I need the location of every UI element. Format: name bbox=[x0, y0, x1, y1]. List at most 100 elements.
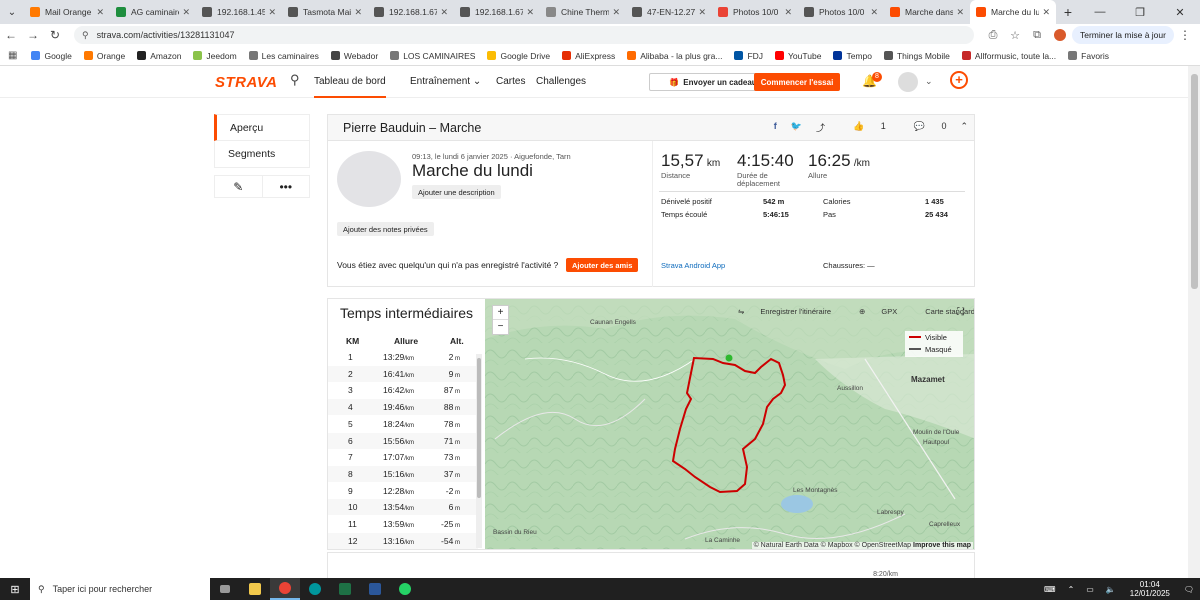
browser-tab[interactable]: Mail Orange ✕ bbox=[24, 0, 110, 24]
page-scrollbar[interactable] bbox=[1188, 66, 1200, 578]
chevron-up-icon[interactable]: ⌃ bbox=[960, 121, 968, 134]
browser-tab[interactable]: 192.168.1.67 ✕ bbox=[368, 0, 454, 24]
athlete-avatar[interactable] bbox=[337, 151, 401, 207]
tab-close-icon[interactable]: ✕ bbox=[870, 7, 878, 18]
task-view-icon[interactable] bbox=[210, 578, 240, 600]
tab-close-icon[interactable]: ✕ bbox=[96, 7, 104, 18]
bookmark-item[interactable]: Favoris bbox=[1068, 51, 1109, 61]
arduino-icon[interactable] bbox=[300, 578, 330, 600]
more-options-icon[interactable]: ••• bbox=[263, 176, 310, 197]
strava-logo[interactable]: STRAVA bbox=[215, 74, 277, 91]
chevron-down-icon[interactable]: ⌄ bbox=[925, 76, 933, 87]
facebook-share-icon[interactable]: f bbox=[774, 121, 777, 134]
back-icon[interactable]: ← bbox=[0, 28, 22, 42]
browser-tab[interactable]: 47-EN-12.27 ✕ bbox=[626, 0, 712, 24]
keyboard-icon[interactable]: ⌨ bbox=[1044, 585, 1056, 594]
browser-tab[interactable]: Chine Thermo ✕ bbox=[540, 0, 626, 24]
tab-close-icon[interactable]: ✕ bbox=[956, 7, 964, 18]
browser-tab[interactable]: Marche dans ✕ bbox=[884, 0, 970, 24]
bookmark-item[interactable]: Google Drive bbox=[487, 51, 550, 61]
minimize-icon[interactable]: — bbox=[1080, 0, 1120, 24]
nav-dashboard[interactable]: Tableau de bord bbox=[314, 76, 386, 98]
add-activity-icon[interactable]: + bbox=[950, 71, 968, 89]
route-map[interactable]: + − ⇋ Enregistrer l'itinéraire ⊕ GPX Car… bbox=[485, 299, 974, 549]
nav-maps[interactable]: Cartes bbox=[496, 76, 525, 87]
tab-close-icon[interactable]: ✕ bbox=[526, 7, 534, 18]
add-private-notes-button[interactable]: Ajouter des notes privées bbox=[337, 222, 434, 236]
word-icon[interactable] bbox=[360, 578, 390, 600]
excel-icon[interactable] bbox=[330, 578, 360, 600]
edit-pencil-icon[interactable]: ✎ bbox=[215, 176, 263, 197]
sidebar-item-segments[interactable]: Segments bbox=[214, 141, 310, 168]
bookmark-item[interactable]: FDJ bbox=[734, 51, 763, 61]
bookmark-item[interactable]: Tempo bbox=[833, 51, 872, 61]
bookmark-item[interactable]: Orange bbox=[83, 51, 125, 61]
improve-map-link[interactable]: Improve this map bbox=[913, 542, 971, 549]
add-description-button[interactable]: Ajouter une description bbox=[412, 185, 501, 199]
browser-tab[interactable]: 192.168.1.45 ✕ bbox=[196, 0, 282, 24]
bookmark-star-icon[interactable]: ☆ bbox=[1004, 29, 1026, 42]
browser-menu-icon[interactable]: ⋮ bbox=[1174, 28, 1196, 42]
search-icon[interactable]: ⚲ bbox=[290, 72, 300, 88]
chrome-icon[interactable] bbox=[270, 578, 300, 600]
zoom-in-button[interactable]: + bbox=[493, 306, 508, 320]
nav-challenges[interactable]: Challenges bbox=[536, 76, 586, 87]
install-icon[interactable]: ⎙ bbox=[982, 29, 1004, 42]
tab-close-icon[interactable]: ✕ bbox=[784, 7, 792, 18]
add-friends-button[interactable]: Ajouter des amis bbox=[566, 258, 639, 272]
tab-close-icon[interactable]: ✕ bbox=[354, 7, 362, 18]
bookmark-item[interactable]: Alibaba - la plus gra... bbox=[627, 51, 722, 61]
bookmark-item[interactable]: Allformusic, toute la... bbox=[961, 51, 1056, 61]
splits-scrollbar[interactable] bbox=[476, 354, 482, 548]
tab-close-icon[interactable]: ✕ bbox=[182, 7, 190, 18]
extensions-icon[interactable]: ⧉ bbox=[1026, 29, 1048, 42]
network-icon[interactable]: ▭ bbox=[1086, 585, 1094, 594]
device-link[interactable]: Strava Android App bbox=[661, 261, 725, 270]
taskbar-search[interactable]: ⚲ Taper ici pour rechercher bbox=[30, 578, 210, 600]
new-tab-button[interactable]: + bbox=[1056, 0, 1080, 24]
browser-tab[interactable]: Photos 10/0 ✕ bbox=[712, 0, 798, 24]
tab-search-icon[interactable]: ⌄ bbox=[0, 0, 24, 24]
save-route-button[interactable]: ⇋ Enregistrer l'itinéraire bbox=[738, 307, 845, 316]
bookmark-item[interactable]: Jeedom bbox=[193, 51, 237, 61]
browser-tab[interactable]: 192.168.1.67 ✕ bbox=[454, 0, 540, 24]
reload-icon[interactable]: ↻ bbox=[44, 28, 66, 42]
volume-icon[interactable]: 🔈 bbox=[1106, 585, 1116, 594]
url-input[interactable]: ⚲ strava.com/activities/13281131047 bbox=[74, 26, 974, 44]
kudos-button[interactable]: 👍 1 bbox=[839, 121, 886, 134]
nav-training[interactable]: Entraînement ⌄ bbox=[410, 76, 481, 87]
tab-close-icon[interactable]: ✕ bbox=[698, 7, 706, 18]
windows-start-icon[interactable]: ⊞ bbox=[0, 583, 30, 596]
share-icon[interactable]: ⤴ bbox=[816, 121, 825, 134]
start-trial-button[interactable]: Commencer l'essai bbox=[754, 73, 840, 91]
bookmark-item[interactable]: AliExpress bbox=[562, 51, 615, 61]
gpx-download-button[interactable]: ⊕ GPX bbox=[859, 307, 911, 316]
file-explorer-icon[interactable] bbox=[240, 578, 270, 600]
forward-icon[interactable]: → bbox=[22, 28, 44, 42]
tray-chevron-icon[interactable]: ⌃ bbox=[1068, 585, 1075, 594]
maximize-icon[interactable]: ❐ bbox=[1120, 0, 1160, 24]
apps-grid-icon[interactable]: ▦ bbox=[8, 50, 17, 61]
fullscreen-icon[interactable]: ⛶ bbox=[957, 307, 964, 318]
user-avatar-header[interactable] bbox=[898, 72, 918, 92]
notification-center-icon[interactable]: 🗨 bbox=[1184, 585, 1194, 594]
map-style-select[interactable]: Carte standard ▾ bbox=[925, 307, 974, 316]
page-scroll-thumb[interactable] bbox=[1191, 74, 1198, 289]
whatsapp-icon[interactable] bbox=[390, 578, 420, 600]
bookmark-item[interactable]: LOS CAMINAIRES bbox=[390, 51, 475, 61]
tab-close-icon[interactable]: ✕ bbox=[1042, 7, 1050, 18]
bookmark-item[interactable]: YouTube bbox=[775, 51, 821, 61]
bookmark-item[interactable]: Amazon bbox=[137, 51, 181, 61]
twitter-share-icon[interactable]: 🐦 bbox=[791, 121, 802, 134]
browser-tab[interactable]: Tasmota Main ✕ bbox=[282, 0, 368, 24]
tab-close-icon[interactable]: ✕ bbox=[440, 7, 448, 18]
profile-avatar[interactable] bbox=[1054, 29, 1066, 41]
sidebar-item-overview[interactable]: Aperçu bbox=[214, 114, 310, 141]
bookmark-item[interactable]: Webador bbox=[330, 51, 378, 61]
splits-scroll-thumb[interactable] bbox=[477, 358, 481, 498]
browser-tab[interactable]: Photos 10/0 ✕ bbox=[798, 0, 884, 24]
zoom-out-button[interactable]: − bbox=[493, 320, 508, 334]
tab-close-icon[interactable]: ✕ bbox=[268, 7, 276, 18]
close-window-icon[interactable]: ✕ bbox=[1160, 0, 1200, 24]
clock[interactable]: 01:04 12/01/2025 bbox=[1130, 580, 1170, 598]
